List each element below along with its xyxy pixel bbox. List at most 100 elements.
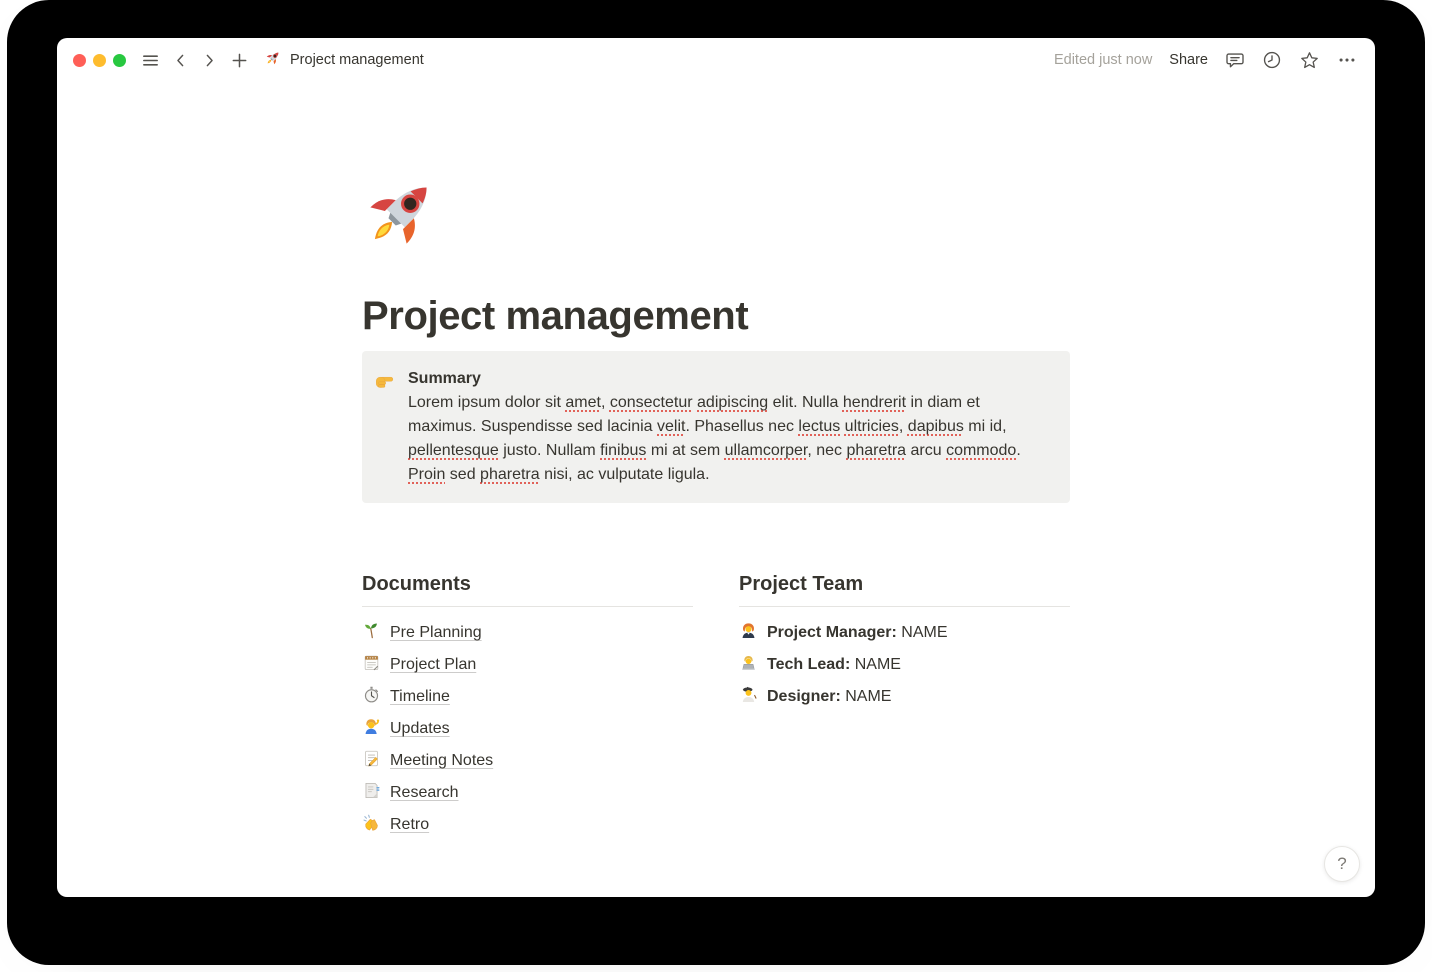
doc-link-pre-planning[interactable]: Pre Planning: [390, 624, 482, 642]
documents-column: Documents Pre Planning: [362, 573, 693, 841]
misspelled-word: hendrerit: [843, 394, 906, 411]
documents-list: Pre Planning: [362, 617, 693, 841]
team-member-text: Designer: NAME: [767, 688, 891, 706]
sidebar-menu-button[interactable]: [141, 51, 160, 70]
clock-icon: [1262, 50, 1282, 70]
zoom-window-button[interactable]: [113, 54, 126, 67]
doc-link-retro[interactable]: Retro: [390, 816, 429, 834]
back-button[interactable]: [172, 52, 189, 69]
two-column-section: Documents Pre Planning: [362, 573, 1070, 841]
star-icon: [1299, 50, 1320, 71]
doc-link-updates[interactable]: Updates: [390, 720, 450, 738]
list-item: Pre Planning: [362, 617, 693, 649]
misspelled-word: lectus: [798, 418, 840, 435]
doc-link-meeting-notes[interactable]: Meeting Notes: [390, 752, 493, 770]
team-member-text: Project Manager: NAME: [767, 624, 948, 642]
text-segment: , nec: [807, 442, 846, 459]
text-segment: elit. Nulla: [768, 394, 843, 411]
more-button[interactable]: [1337, 50, 1357, 70]
page-icon-rocket[interactable]: [362, 170, 444, 252]
page-content: Project management Summary Lorem ipsu: [362, 82, 1070, 841]
misspelled-word: adipiscing: [697, 394, 768, 411]
text-segment: Lorem ipsum dolor sit: [408, 394, 565, 411]
misspelled-word: consectetur: [610, 394, 693, 411]
nav-cluster: [141, 51, 249, 70]
text-segment: arcu: [906, 442, 946, 459]
chevron-right-icon: [201, 52, 218, 69]
callout-title: Summary: [408, 367, 1050, 391]
rocket-icon: [265, 49, 282, 71]
help-button[interactable]: ?: [1324, 846, 1360, 882]
edited-status: Edited just now: [1054, 52, 1152, 68]
app-window: Project management Edited just now Share: [57, 38, 1375, 897]
page-body: Project management Summary Lorem ipsu: [57, 82, 1375, 897]
list-item: Research: [362, 777, 693, 809]
misspelled-word: ultricies: [845, 418, 899, 435]
clapping-hands-icon: [362, 813, 381, 837]
forward-button[interactable]: [201, 52, 218, 69]
page-title[interactable]: Project management: [362, 294, 1070, 339]
list-item: Timeline: [362, 681, 693, 713]
team-name: NAME: [901, 624, 947, 641]
documents-heading: Documents: [362, 573, 693, 596]
window-controls: [73, 54, 126, 67]
divider: [362, 606, 693, 607]
memo-icon: [362, 749, 381, 773]
share-button[interactable]: Share: [1169, 52, 1208, 68]
team-name: NAME: [855, 656, 901, 673]
divider: [739, 606, 1070, 607]
minimize-window-button[interactable]: [93, 54, 106, 67]
team-role: Tech Lead:: [767, 656, 850, 673]
comment-icon: [1225, 50, 1245, 70]
list-item: Project Manager: NAME: [739, 617, 1070, 649]
close-window-button[interactable]: [73, 54, 86, 67]
doc-link-timeline[interactable]: Timeline: [390, 688, 450, 706]
new-tab-button[interactable]: [230, 51, 249, 70]
misspelled-word: amet: [565, 394, 601, 411]
callout-text: Summary Lorem ipsum dolor sit amet, cons…: [408, 367, 1050, 487]
misspelled-word: dapibus: [908, 418, 964, 435]
pointing-right-hand-icon: [374, 367, 396, 395]
team-heading: Project Team: [739, 573, 1070, 596]
toolbar: Project management Edited just now Share: [57, 38, 1375, 82]
text-segment: justo. Nullam: [499, 442, 600, 459]
text-segment: ,: [899, 418, 908, 435]
artist-icon: [739, 685, 758, 709]
text-segment: mi id,: [964, 418, 1007, 435]
doc-link-research[interactable]: Research: [390, 784, 458, 802]
ellipsis-icon: [1337, 50, 1357, 70]
misspelled-word: Proin: [408, 466, 445, 483]
favorite-button[interactable]: [1299, 50, 1320, 71]
team-name: NAME: [845, 688, 891, 705]
text-segment: nisi, ac vulputate ligula.: [540, 466, 710, 483]
text-segment: mi at sem: [646, 442, 724, 459]
stopwatch-icon: [362, 685, 381, 709]
misspelled-word: ullamcorper: [725, 442, 808, 459]
misspelled-word: pellentesque: [408, 442, 499, 459]
person-raising-hand-icon: [362, 717, 381, 741]
plus-icon: [230, 51, 249, 70]
text-segment: sed: [445, 466, 480, 483]
team-role: Designer:: [767, 688, 841, 705]
seedling-icon: [362, 621, 381, 645]
text-segment: .: [1016, 442, 1020, 459]
text-segment: . Phasellus nec: [685, 418, 798, 435]
toolbar-right: Edited just now Share: [1054, 50, 1357, 71]
doc-link-project-plan[interactable]: Project Plan: [390, 656, 476, 674]
misspelled-word: pharetra: [480, 466, 540, 483]
team-member-text: Tech Lead: NAME: [767, 656, 901, 674]
text-segment: ,: [601, 394, 610, 411]
callout-body[interactable]: Lorem ipsum dolor sit amet, consectetur …: [408, 391, 1050, 487]
team-list: Project Manager: NAME: [739, 617, 1070, 713]
comments-button[interactable]: [1225, 50, 1245, 70]
list-item: Designer: NAME: [739, 681, 1070, 713]
spiral-notepad-icon: [362, 653, 381, 677]
team-column: Project Team: [739, 573, 1070, 841]
breadcrumb-page-title[interactable]: Project management: [265, 49, 424, 71]
list-item: Updates: [362, 713, 693, 745]
misspelled-word: velit: [657, 418, 685, 435]
technologist-icon: [739, 653, 758, 677]
woman-office-worker-icon: [739, 621, 758, 645]
history-button[interactable]: [1262, 50, 1282, 70]
misspelled-word: finibus: [600, 442, 646, 459]
